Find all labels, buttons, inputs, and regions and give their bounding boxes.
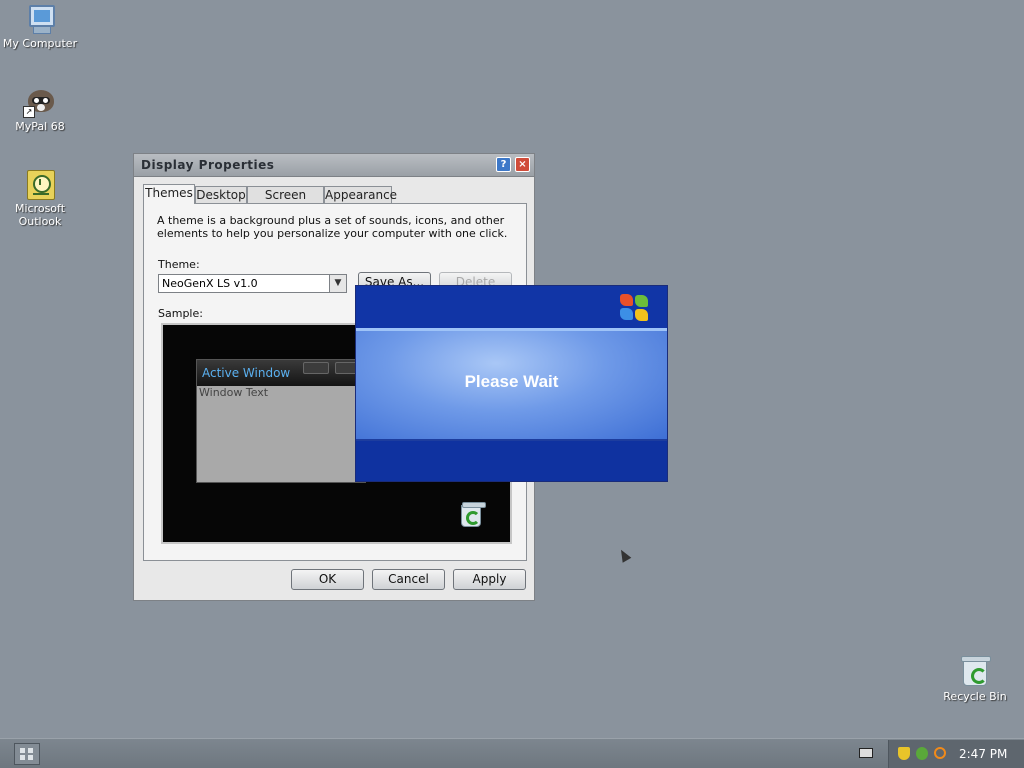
tab-desktop[interactable]: Desktop (195, 186, 247, 203)
network-icon[interactable] (916, 747, 928, 760)
shortcut-arrow-icon: ↗ (23, 106, 35, 118)
please-wait-dialog: Please Wait (355, 285, 668, 482)
apply-button[interactable]: Apply (453, 569, 526, 590)
search-icon[interactable] (934, 747, 946, 759)
tab-themes[interactable]: Themes (143, 184, 195, 204)
security-shield-icon[interactable] (898, 747, 910, 760)
taskbar: 2:47 PM (0, 738, 1024, 768)
raccoon-browser-icon: ↗ (23, 86, 57, 118)
sample-window-text: Window Text (199, 386, 269, 399)
desktop-icon-my-computer[interactable]: My Computer (0, 3, 80, 50)
theme-description: A theme is a background plus a set of so… (157, 214, 508, 240)
recycle-bin-icon (459, 502, 486, 528)
sample-window-title: Active Window (202, 366, 291, 380)
chevron-down-icon[interactable]: ▼ (329, 275, 346, 292)
windows-logo-icon (620, 294, 650, 322)
desktop-icon-recycle-bin[interactable]: Recycle Bin (935, 656, 1015, 703)
cancel-button[interactable]: Cancel (372, 569, 445, 590)
help-icon[interactable]: ? (496, 157, 511, 172)
desktop-icon-label: MyPal 68 (15, 120, 65, 133)
recycle-bin-icon (958, 656, 992, 688)
system-tray: 2:47 PM (888, 740, 1024, 768)
theme-select[interactable]: NeoGenX LS v1.0 ▼ (158, 274, 347, 293)
ok-button[interactable]: OK (291, 569, 364, 590)
close-icon[interactable]: × (515, 157, 530, 172)
desktop-icon-label: My Computer (2, 37, 78, 50)
tab-appearance[interactable]: Appearance (324, 186, 397, 203)
window-title: Display Properties (141, 158, 275, 172)
my-computer-icon (23, 3, 57, 35)
desktop-icon-outlook[interactable]: Microsoft Outlook (0, 168, 80, 228)
start-menu-icon[interactable] (14, 743, 40, 765)
title-bar[interactable]: Display Properties ? × (134, 154, 534, 177)
clock[interactable]: 2:47 PM (959, 747, 1007, 761)
sample-active-window: Active Window Window Text (196, 359, 366, 483)
desktop-icon-mypal[interactable]: ↗ MyPal 68 (0, 86, 80, 133)
theme-select-value: NeoGenX LS v1.0 (162, 277, 258, 290)
sample-label: Sample: (158, 307, 203, 320)
desktop-icon-label: Microsoft Outlook (14, 202, 66, 228)
keyboard-icon[interactable] (859, 748, 873, 758)
mouse-pointer-icon (616, 547, 632, 563)
outlook-icon (23, 168, 57, 200)
minimize-icon (303, 362, 329, 374)
please-wait-text: Please Wait (464, 372, 559, 391)
theme-label: Theme: (158, 258, 200, 271)
tab-screen-saver[interactable]: Screen Saver (247, 186, 324, 219)
desktop-icon-label: Recycle Bin (943, 690, 1007, 703)
